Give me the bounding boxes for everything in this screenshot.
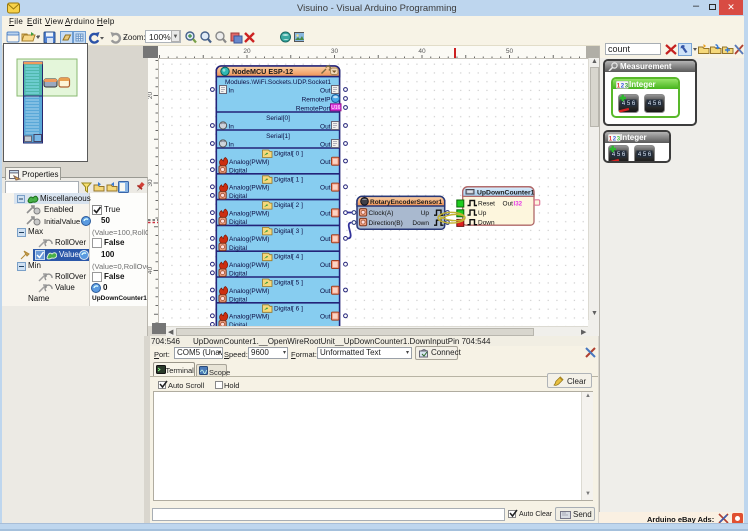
svg-text:Serial[0]: Serial[0] <box>266 115 290 122</box>
svg-text:RemotePort: RemotePort <box>296 105 331 112</box>
svg-text:RemoteIP: RemoteIP <box>302 96 331 103</box>
svg-text:RotaryEncoderSensor1: RotaryEncoderSensor1 <box>370 199 443 206</box>
svg-text:U16: U16 <box>331 105 340 111</box>
svg-text:Out: Out <box>503 201 514 208</box>
svg-text:In: In <box>229 87 235 94</box>
svg-text:In: In <box>229 123 235 130</box>
svg-text:40: 40 <box>148 267 154 275</box>
svg-text:Digital[ 0 ]: Digital[ 0 ] <box>274 151 303 158</box>
svg-text:Direction(B): Direction(B) <box>369 220 403 227</box>
svg-text:Analog(PWM): Analog(PWM) <box>229 159 269 166</box>
svg-text:Up: Up <box>421 210 430 217</box>
svg-text:Digital[ 5 ]: Digital[ 5 ] <box>274 280 303 287</box>
svg-text:Analog(PWM): Analog(PWM) <box>229 236 269 243</box>
svg-text:Digital[ 3 ]: Digital[ 3 ] <box>274 228 303 235</box>
svg-text:Modules.\WiFi.Sockets.UDP.Sock: Modules.\WiFi.Sockets.UDP.Socket1 <box>225 79 331 86</box>
svg-text:Digital: Digital <box>229 193 248 200</box>
svg-text:40: 40 <box>418 48 426 55</box>
svg-text:Digital: Digital <box>229 296 248 303</box>
svg-text:Analog(PWM): Analog(PWM) <box>229 262 269 269</box>
svg-text:Digital[ 2 ]: Digital[ 2 ] <box>274 202 303 209</box>
svg-text:Analog(PWM): Analog(PWM) <box>229 210 269 217</box>
svg-text:Analog(PWM): Analog(PWM) <box>229 288 269 295</box>
svg-text:Digital: Digital <box>229 245 248 252</box>
svg-text:Down: Down <box>412 220 429 227</box>
svg-text:Out: Out <box>320 159 331 166</box>
svg-text:In: In <box>229 141 235 148</box>
svg-text:UpDownCounter1: UpDownCounter1 <box>477 190 535 197</box>
svg-text:50: 50 <box>506 48 514 55</box>
svg-text:Digital: Digital <box>229 271 248 278</box>
svg-text:Digital[ 4 ]: Digital[ 4 ] <box>274 254 303 261</box>
svg-text:I32: I32 <box>514 201 523 208</box>
svg-text:Out: Out <box>320 210 331 217</box>
svg-text:Digital: Digital <box>229 167 248 174</box>
svg-text:Down: Down <box>478 220 495 227</box>
svg-text:NodeMCU ESP-12: NodeMCU ESP-12 <box>232 67 293 76</box>
svg-text:Digital[ 6 ]: Digital[ 6 ] <box>274 305 303 312</box>
svg-text:Out: Out <box>320 236 331 243</box>
svg-text:Reset: Reset <box>478 201 495 208</box>
svg-text:Out: Out <box>320 141 331 148</box>
svg-text:Up: Up <box>478 210 487 217</box>
svg-text:20: 20 <box>148 92 154 100</box>
svg-text:Analog(PWM): Analog(PWM) <box>229 185 269 192</box>
svg-text:20: 20 <box>243 48 251 55</box>
svg-text:30: 30 <box>148 179 154 187</box>
svg-text:Out: Out <box>320 87 331 94</box>
svg-text:Out: Out <box>320 123 331 130</box>
svg-text:Out: Out <box>320 288 331 295</box>
svg-text:Digital[ 1 ]: Digital[ 1 ] <box>274 176 303 183</box>
svg-text:Out: Out <box>320 185 331 192</box>
svg-text:Out: Out <box>320 314 331 321</box>
svg-text:Serial[1]: Serial[1] <box>266 133 290 140</box>
svg-text:Digital: Digital <box>229 219 248 226</box>
svg-text:30: 30 <box>331 48 339 55</box>
svg-text:Analog(PWM): Analog(PWM) <box>229 314 269 321</box>
svg-text:Out: Out <box>320 262 331 269</box>
svg-text:Clock(A): Clock(A) <box>369 210 394 217</box>
